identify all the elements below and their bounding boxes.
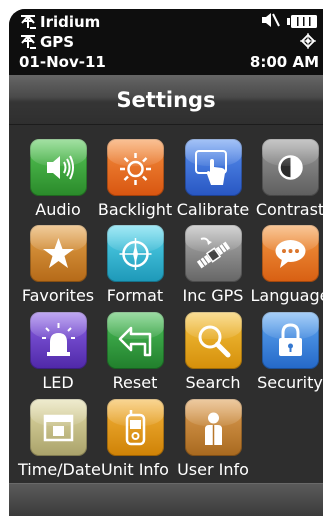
title-bar: Settings xyxy=(9,75,323,125)
tile-label: Backlight xyxy=(97,200,173,219)
star-icon xyxy=(29,225,87,282)
tile-favorites[interactable]: Favorites xyxy=(18,225,98,305)
magnifier-icon xyxy=(184,312,242,369)
gps-status: GPS xyxy=(19,33,74,51)
tile-contrast[interactable]: Contrast xyxy=(250,139,323,219)
status-date: 01-Nov-11 xyxy=(19,53,106,71)
tile-search[interactable]: Search xyxy=(173,312,253,392)
tile-time-date[interactable]: Time/Date xyxy=(18,399,101,479)
person-icon xyxy=(184,399,242,456)
tile-reset[interactable]: Reset xyxy=(95,312,175,392)
handheld-device-icon xyxy=(106,399,164,456)
antenna-icon xyxy=(21,15,36,29)
bottom-bar xyxy=(9,483,323,516)
tile-language[interactable]: Language xyxy=(250,225,323,305)
tile-backlight[interactable]: Backlight xyxy=(95,139,175,219)
tile-label: Calibrate xyxy=(176,200,250,219)
satellite-icon xyxy=(184,225,242,282)
tile-label: Reset xyxy=(112,373,158,392)
tile-label: Search xyxy=(185,373,241,392)
tile-user-info[interactable]: User Info xyxy=(173,399,253,479)
antenna-icon xyxy=(21,35,36,49)
status-bar: Iridium GPS 01-Nov-11 8:00 AM xyxy=(9,9,323,75)
tile-label: Security xyxy=(257,373,323,392)
calendar-icon xyxy=(29,399,87,456)
tile-label: Contrast xyxy=(255,200,323,219)
tile-unit-info[interactable]: Unit Info xyxy=(95,399,175,479)
iridium-status: Iridium xyxy=(19,13,100,31)
reset-arrow-icon xyxy=(106,312,164,369)
mute-icon xyxy=(262,13,280,27)
compass-icon xyxy=(106,225,164,282)
gps-fix-icon xyxy=(300,33,316,49)
tile-label: Inc GPS xyxy=(182,286,244,305)
tile-label: Format xyxy=(106,286,164,305)
tile-security[interactable]: Security xyxy=(250,312,323,392)
tile-label: Favorites xyxy=(21,286,95,305)
tile-format[interactable]: Format xyxy=(95,225,175,305)
speech-bubble-icon xyxy=(261,225,319,282)
settings-grid: Audio Backlight Calibrate Contrast Favor… xyxy=(9,129,323,484)
tile-audio[interactable]: Audio xyxy=(18,139,98,219)
tile-inc-gps[interactable]: Inc GPS xyxy=(173,225,253,305)
led-light-icon xyxy=(29,312,87,369)
touch-hand-icon xyxy=(184,139,242,196)
tile-label: User Info xyxy=(177,460,249,479)
tile-label: Time/Date xyxy=(18,460,101,479)
contrast-icon xyxy=(261,139,319,196)
tile-label: Unit Info xyxy=(101,460,169,479)
sun-icon xyxy=(106,139,164,196)
page-title: Settings xyxy=(116,87,216,112)
tile-label: LED xyxy=(42,373,74,392)
tile-label: Audio xyxy=(35,200,81,219)
device-screen: Iridium GPS 01-Nov-11 8:00 AM Settings A… xyxy=(9,9,323,516)
iridium-label: Iridium xyxy=(40,13,101,31)
battery-icon xyxy=(287,15,317,28)
tile-label: Language xyxy=(250,286,323,305)
tile-calibrate[interactable]: Calibrate xyxy=(173,139,253,219)
tile-led[interactable]: LED xyxy=(18,312,98,392)
gps-label: GPS xyxy=(40,33,75,51)
padlock-icon xyxy=(261,312,319,369)
status-time: 8:00 AM xyxy=(249,53,319,71)
speaker-icon xyxy=(29,139,87,196)
